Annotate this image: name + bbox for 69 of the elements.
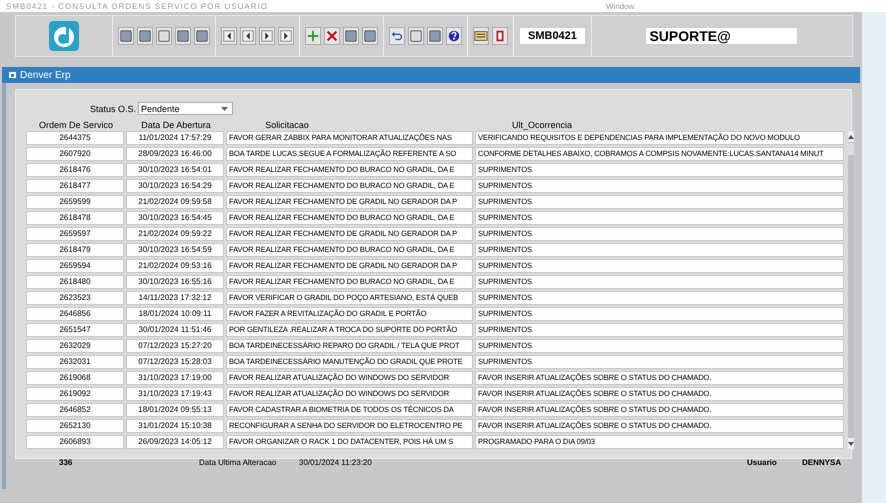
table-cell: 31/10/2023 17:19:00 — [126, 371, 224, 385]
table-cell: 2618477 — [26, 179, 124, 193]
table-cell: 2652130 — [26, 419, 124, 433]
table-cell: 2618479 — [26, 243, 124, 257]
dropdown-caret-icon — [221, 106, 228, 110]
table-cell: 30/01/2024 11:51:46 — [126, 323, 224, 337]
table-cell: 2606893 — [26, 435, 124, 449]
table-cell: 30/10/2023 16:54:01 — [126, 163, 224, 177]
table-cell: 2644375 — [26, 131, 124, 145]
status-dropdown[interactable]: Pendente — [138, 102, 234, 115]
next-icon[interactable] — [259, 27, 275, 45]
window-title: Denver Erp — [20, 70, 71, 80]
table-cell: 11/01/2024 17:57:29 — [126, 131, 224, 145]
column-header: Data De Abertura — [140, 120, 212, 131]
table-cell: 07/12/2023 15:28:03 — [126, 355, 224, 369]
table-cell: 21/02/2024 09:53:16 — [126, 259, 224, 273]
logo-icon — [49, 21, 79, 51]
table-cell: 21/02/2024 09:59:58 — [126, 195, 224, 209]
status-label: Status O.S. — [90, 104, 136, 114]
last-change-label: Data Ultima Alteracao — [199, 458, 278, 466]
table-cell: 2607920 — [26, 147, 124, 161]
table-cell: 28/09/2023 16:46:00 — [126, 147, 224, 161]
table-cell: 30/10/2023 16:54:45 — [126, 211, 224, 225]
scroll-down-icon[interactable] — [848, 442, 854, 446]
last-change-value: 30/01/2024 11:23:20 — [299, 458, 373, 466]
user-field[interactable]: SUPORTE@ — [645, 27, 798, 45]
table-cell: 14/11/2023 17:32:12 — [126, 291, 224, 305]
help-icon[interactable] — [446, 27, 462, 45]
table-cell: 2619092 — [26, 387, 124, 401]
table-cell: 30/10/2023 16:55:16 — [126, 275, 224, 289]
table-cell: 2659597 — [26, 227, 124, 241]
scrollbar[interactable] — [848, 131, 854, 449]
table-cell: 30/10/2023 16:54:59 — [126, 243, 224, 257]
delete-icon[interactable] — [324, 27, 340, 45]
table-cell: 07/12/2023 15:27:20 — [126, 339, 224, 353]
scroll-thumb[interactable] — [848, 143, 854, 155]
table-cell: 2646856 — [26, 307, 124, 321]
table-cell: 2618480 — [26, 275, 124, 289]
table-cell: 31/10/2023 17:19:43 — [126, 387, 224, 401]
table-cell: 2632029 — [26, 339, 124, 353]
column-header: Solicitacao — [264, 120, 310, 131]
table-cell: 2619068 — [26, 371, 124, 385]
column-header: Ult_Ocorrencia — [512, 120, 572, 131]
table-cell: 2632031 — [26, 355, 124, 369]
add-icon[interactable] — [305, 27, 321, 45]
form-code-field: SMB0421 — [519, 27, 586, 45]
app-title: SMB0421 - CONSULTA ORDENS SERVICO POR USUARIO — [6, 2, 269, 10]
user-label: Usuario — [747, 458, 778, 466]
table-cell: 18/01/2024 10:09:11 — [126, 307, 224, 321]
table-cell: 2618476 — [26, 163, 124, 177]
record-count: 336 — [59, 458, 74, 466]
menu-icon[interactable] — [473, 27, 489, 45]
table-cell: 21/02/2024 09:59:22 — [126, 227, 224, 241]
window-icon — [9, 71, 17, 79]
table-cell: 31/01/2024 15:10:38 — [126, 419, 224, 433]
column-header: Ordem De Servico — [38, 120, 114, 131]
table-cell: 26/09/2023 14:05:12 — [126, 435, 224, 449]
table-cell: 2651547 — [26, 323, 124, 337]
table-cell: 2623523 — [26, 291, 124, 305]
table-cell: 18/01/2024 09:55:13 — [126, 403, 224, 417]
scroll-up-icon[interactable] — [848, 134, 854, 138]
prev-icon[interactable] — [240, 27, 256, 45]
table-cell: 2659599 — [26, 195, 124, 209]
undo-icon[interactable] — [389, 27, 405, 45]
user-value: DENNYSA — [802, 458, 842, 466]
table-cell: 2646852 — [26, 403, 124, 417]
table-cell: 30/10/2023 16:54:29 — [126, 179, 224, 193]
table-cell: 2618478 — [26, 211, 124, 225]
table-cell: 2659594 — [26, 259, 124, 273]
